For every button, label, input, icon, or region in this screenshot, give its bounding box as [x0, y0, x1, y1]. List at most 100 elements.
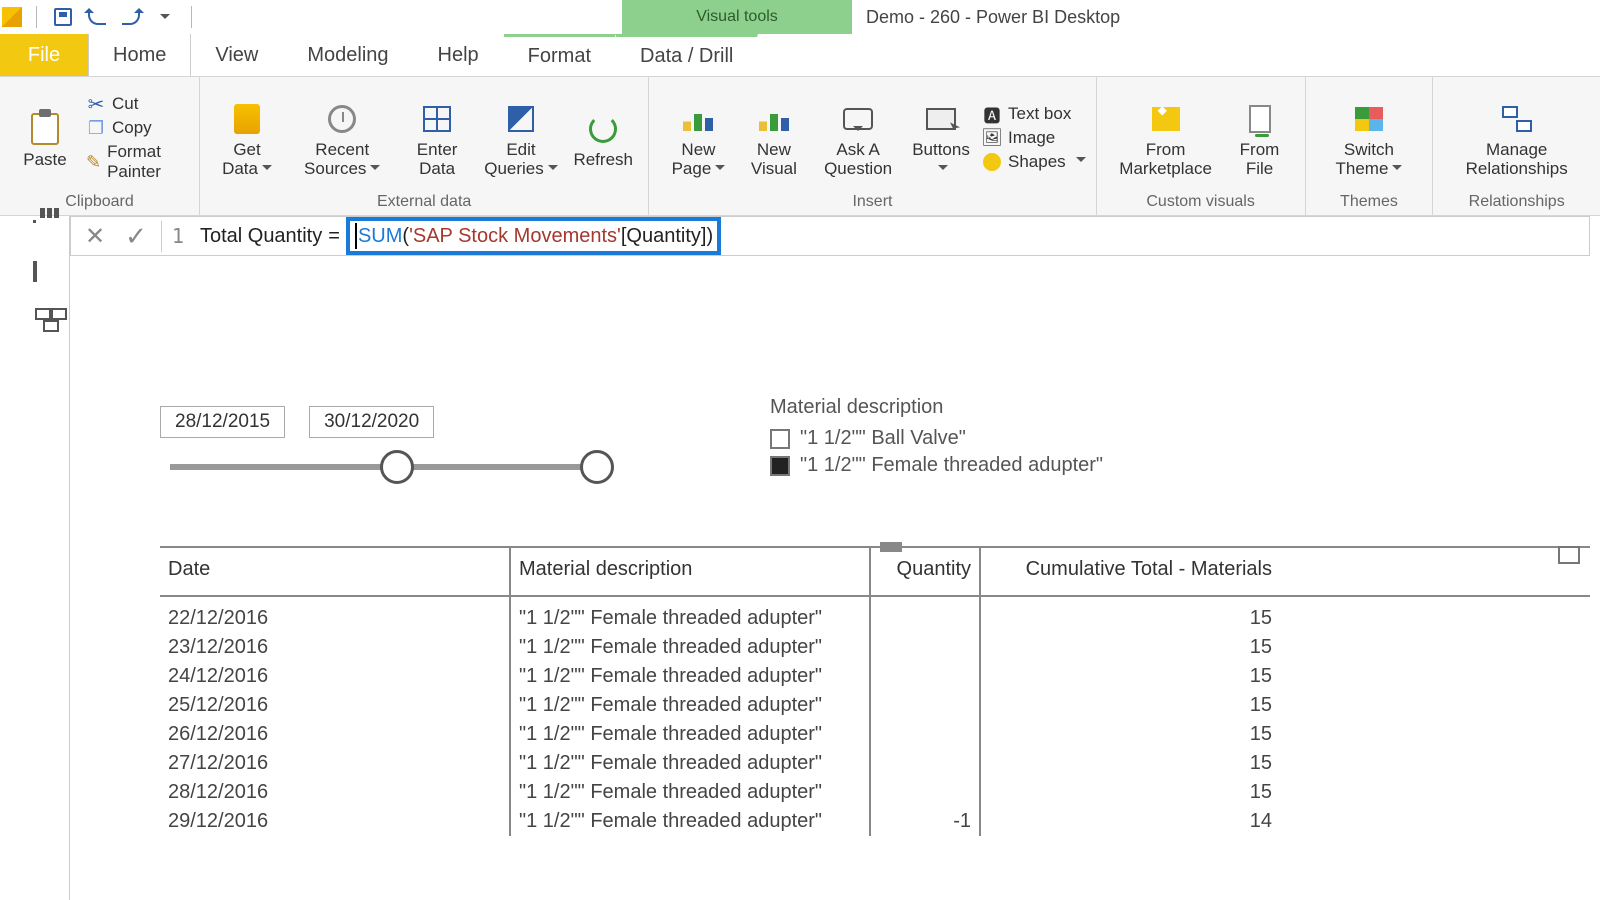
tab-file[interactable]: File [0, 34, 88, 76]
format-painter-label: Format Painter [107, 142, 189, 182]
tab-home[interactable]: Home [88, 34, 191, 76]
data-view-button[interactable] [33, 261, 37, 282]
manage-relationships-button[interactable]: Manage Relationships [1443, 97, 1590, 178]
table-row[interactable]: 23/12/2016"1 1/2"" Female threaded adupt… [160, 633, 1590, 662]
slicer-item[interactable]: "1 1/2"" Female threaded adupter" [770, 452, 1103, 479]
edit-queries-button[interactable]: Edit Queries [474, 97, 568, 178]
image-label: Image [1008, 128, 1055, 148]
refresh-button[interactable]: Refresh [568, 107, 638, 170]
focus-mode-button[interactable] [1558, 546, 1580, 564]
table-row[interactable]: 28/12/2016"1 1/2"" Female threaded adupt… [160, 778, 1590, 807]
cell-quantity [870, 720, 980, 749]
table-row[interactable]: 29/12/2016"1 1/2"" Female threaded adupt… [160, 807, 1590, 836]
cell-material: "1 1/2"" Female threaded adupter" [510, 807, 870, 836]
formula-content[interactable]: Total Quantity = SUM ( 'SAP Stock Moveme… [194, 217, 727, 255]
cell-date: 29/12/2016 [160, 807, 510, 836]
text-box-button[interactable]: 🅰Text box [982, 104, 1086, 124]
shapes-button[interactable]: Shapes [982, 152, 1086, 172]
copy-button[interactable]: ❐Copy [86, 118, 189, 138]
tab-modeling[interactable]: Modeling [283, 34, 413, 76]
cut-button[interactable]: ✂Cut [86, 94, 189, 114]
buttons-button[interactable]: Buttons [906, 97, 976, 178]
enter-data-label: Enter Data [404, 141, 469, 178]
contextual-tab-group: Visual tools [622, 0, 852, 34]
table-row[interactable]: 26/12/2016"1 1/2"" Female threaded adupt… [160, 720, 1590, 749]
from-marketplace-button[interactable]: From Marketplace [1107, 97, 1225, 178]
date-slicer[interactable]: 28/12/2015 30/12/2020 [160, 406, 680, 470]
cancel-formula-button[interactable]: ✕ [85, 222, 105, 251]
from-file-label: From File [1229, 141, 1291, 178]
from-file-button[interactable]: From File [1225, 97, 1295, 178]
start-date-input[interactable]: 28/12/2015 [160, 406, 285, 438]
table-row[interactable]: 25/12/2016"1 1/2"" Female threaded adupt… [160, 691, 1590, 720]
cell-cumulative: 14 [980, 807, 1280, 836]
table-row[interactable]: 27/12/2016"1 1/2"" Female threaded adupt… [160, 749, 1590, 778]
undo-button[interactable] [85, 5, 109, 29]
ask-question-button[interactable]: Ask A Question [810, 97, 906, 178]
relationships-icon [1502, 106, 1532, 132]
manage-relationships-label: Manage Relationships [1447, 141, 1586, 178]
edit-queries-icon [508, 106, 534, 132]
save-button[interactable] [51, 5, 75, 29]
new-visual-label: New Visual [742, 141, 807, 178]
redo-button[interactable] [119, 5, 143, 29]
cell-material: "1 1/2"" Female threaded adupter" [510, 596, 870, 633]
chevron-down-icon [1392, 165, 1402, 175]
format-painter-button[interactable]: ✎Format Painter [86, 142, 189, 182]
image-button[interactable]: 🖼Image [982, 128, 1086, 148]
shapes-label: Shapes [1008, 152, 1066, 172]
buttons-icon [926, 108, 956, 130]
get-data-label: Get Data [214, 141, 280, 178]
scroll-handle[interactable] [880, 542, 902, 552]
switch-theme-button[interactable]: Switch Theme [1316, 97, 1423, 178]
enter-data-icon [423, 106, 451, 132]
tab-view[interactable]: View [191, 34, 283, 76]
chevron-down-icon [262, 165, 272, 175]
checkbox-icon [770, 429, 790, 449]
cell-material: "1 1/2"" Female threaded adupter" [510, 633, 870, 662]
report-view-button[interactable] [33, 220, 36, 223]
tab-format[interactable]: Format [504, 34, 616, 76]
end-date-input[interactable]: 30/12/2020 [309, 406, 434, 438]
slider-handle-start[interactable] [380, 450, 414, 484]
table-row[interactable]: 24/12/2016"1 1/2"" Female threaded adupt… [160, 662, 1590, 691]
enter-data-button[interactable]: Enter Data [400, 97, 473, 178]
col-header-date[interactable]: Date [160, 548, 510, 596]
chevron-down-icon [715, 165, 725, 175]
commit-formula-button[interactable]: ✓ [125, 221, 147, 252]
quick-access-toolbar [0, 0, 202, 34]
line-number: 1 [162, 224, 194, 248]
slider-track[interactable] [170, 464, 610, 470]
get-data-button[interactable]: Get Data [210, 97, 284, 178]
buttons-label: Buttons [910, 141, 972, 178]
view-rail [0, 216, 70, 900]
cell-cumulative: 15 [980, 596, 1280, 633]
new-page-label: New Page [663, 141, 733, 178]
table-row[interactable]: 22/12/2016"1 1/2"" Female threaded adupt… [160, 596, 1590, 633]
new-page-icon [683, 107, 713, 131]
tab-data-drill[interactable]: Data / Drill [616, 34, 758, 76]
formula-bar[interactable]: ✕ ✓ 1 Total Quantity = SUM ( 'SAP Stock … [70, 216, 1590, 256]
table-visual[interactable]: Date Material description Quantity Cumul… [160, 546, 1590, 836]
edit-queries-label: Edit Queries [478, 141, 564, 178]
new-visual-button[interactable]: New Visual [738, 97, 811, 178]
cell-quantity: -1 [870, 807, 980, 836]
divider [191, 6, 192, 28]
cell-material: "1 1/2"" Female threaded adupter" [510, 720, 870, 749]
slider-handle-end[interactable] [580, 450, 614, 484]
material-slicer[interactable]: Material description "1 1/2"" Ball Valve… [770, 396, 1103, 479]
cell-quantity [870, 691, 980, 720]
paste-button[interactable]: Paste [10, 107, 80, 170]
qat-customize-button[interactable] [153, 5, 177, 29]
col-header-cumulative[interactable]: Cumulative Total - Materials [980, 548, 1280, 596]
slicer-item[interactable]: "1 1/2"" Ball Valve" [770, 425, 1103, 452]
recent-sources-button[interactable]: Recent Sources [284, 97, 400, 178]
tab-help[interactable]: Help [414, 34, 504, 76]
ribbon-tabs: File Home View Modeling Help Format Data… [0, 34, 1600, 76]
cell-date: 22/12/2016 [160, 596, 510, 633]
cell-material: "1 1/2"" Female threaded adupter" [510, 778, 870, 807]
col-header-material[interactable]: Material description [510, 548, 870, 596]
cell-date: 23/12/2016 [160, 633, 510, 662]
new-page-button[interactable]: New Page [659, 97, 737, 178]
col-header-quantity[interactable]: Quantity [870, 548, 980, 596]
